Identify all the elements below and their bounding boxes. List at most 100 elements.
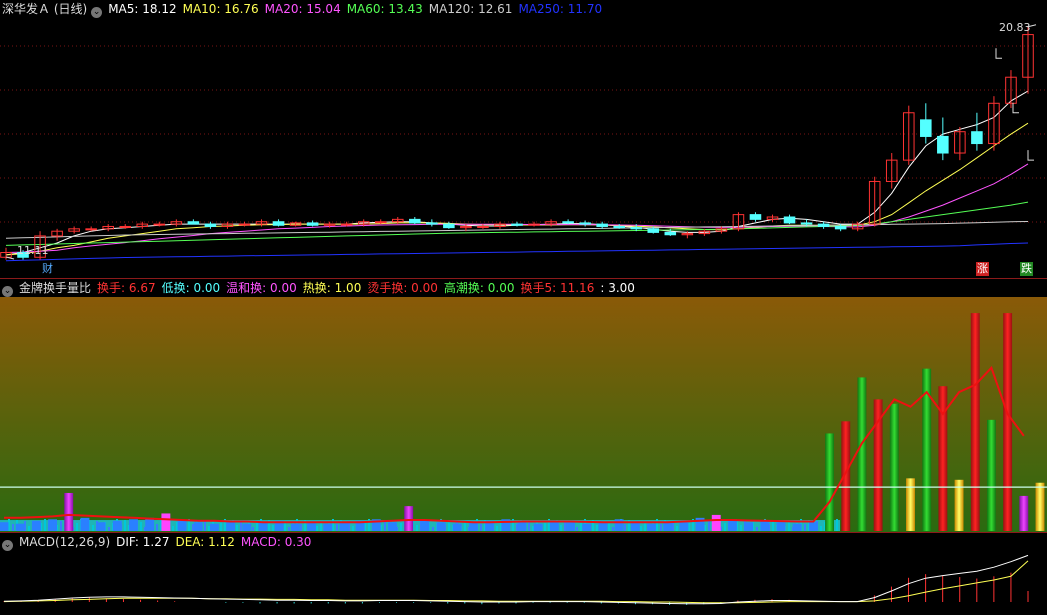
- macd-value-1: DIF: 1.27: [116, 535, 170, 549]
- candle: [596, 223, 608, 227]
- turnover-bar: [582, 523, 592, 531]
- turnover-bar: [744, 522, 754, 531]
- minor-bar: [140, 522, 142, 531]
- turnover-bar: [647, 523, 656, 531]
- ma-value-5: MA250: 11.70: [518, 2, 603, 16]
- candle: [306, 222, 319, 226]
- turnover-bar: [533, 523, 543, 531]
- candle: [426, 222, 438, 225]
- turnover-values: 换手: 6.67 低换: 0.00 温和换: 0.00 热换: 1.00 烫手换: 0.…: [97, 281, 641, 295]
- finance-marker[interactable]: 财: [41, 262, 54, 276]
- turnover-bar: [549, 522, 559, 531]
- turnover-bar: [129, 519, 138, 531]
- minor-bar: [352, 526, 354, 531]
- minor-bar: [336, 524, 338, 531]
- minor-bar: [804, 524, 806, 531]
- minor-bar: [640, 526, 642, 531]
- candle: [187, 221, 200, 225]
- minor-bar: [92, 525, 94, 531]
- candle: [443, 223, 455, 229]
- indicator-title: 金牌换手量比: [19, 281, 92, 295]
- minor-bar: [300, 524, 302, 531]
- minor-bar: [532, 526, 534, 531]
- fall-marker[interactable]: 跌: [1020, 262, 1033, 276]
- turnover-bar: [776, 522, 786, 531]
- minor-bar: [252, 527, 254, 531]
- macd-value-2: DEA: 1.12: [175, 535, 235, 549]
- turnover-chart[interactable]: [0, 279, 1047, 532]
- minor-bar: [820, 526, 822, 531]
- chevron-down-icon[interactable]: ⌄: [2, 540, 13, 551]
- candle: [119, 225, 132, 228]
- turnover-bar: [517, 522, 527, 531]
- turnover-value-3: 热换: 1.00: [302, 281, 362, 295]
- turnover-bar: [452, 523, 462, 531]
- candle: [562, 221, 574, 224]
- minor-bar: [400, 523, 402, 531]
- minor-bar: [644, 522, 646, 531]
- minor-bar: [44, 519, 46, 531]
- turnover-bar: [0, 522, 9, 531]
- turnover-bar: [145, 517, 155, 531]
- minor-bar: [756, 527, 758, 531]
- rise-marker[interactable]: 涨: [976, 262, 989, 276]
- tick-marker: [995, 48, 1002, 59]
- turnover-bar: [15, 523, 25, 531]
- candlestick-chart[interactable]: [0, 0, 1047, 278]
- macd-panel[interactable]: ⌄ MACD(12,26,9) DIF: 1.27 DEA: 1.12 MACD: 0.…: [0, 533, 1047, 615]
- minor-bar: [272, 525, 274, 531]
- turnover-bar: [404, 506, 414, 531]
- candle: [579, 222, 591, 225]
- minor-bar: [596, 525, 598, 531]
- turnover-bar: [209, 523, 219, 531]
- minor-bar: [416, 525, 418, 531]
- turnover-bar: [792, 523, 802, 531]
- minor-bar: [332, 519, 334, 531]
- turnover-bar: [889, 403, 899, 531]
- ma-value-0: MA5: 18.12: [108, 2, 177, 16]
- turnover-value-6: 换手5: 11.16: [520, 281, 595, 295]
- turnover-bar: [711, 514, 721, 531]
- turnover-value-1: 低换: 0.00: [161, 281, 221, 295]
- price-chart-panel[interactable]: 深华发Ａ (日线) ⌄ MA5: 18.12 MA10: 16.76 MA20: 15.…: [0, 0, 1047, 279]
- turnover-bar: [177, 520, 187, 531]
- turnover-bar: [388, 522, 397, 531]
- minor-bar: [172, 526, 174, 531]
- minor-bar: [480, 524, 482, 531]
- turnover-bar: [436, 522, 446, 531]
- candle: [920, 119, 932, 137]
- turnover-bar: [614, 519, 624, 531]
- turnover-bar: [290, 523, 300, 531]
- candle: [272, 221, 285, 226]
- turnover-bar: [112, 520, 122, 531]
- macd-value-0: MACD(12,26,9): [19, 535, 111, 549]
- turnover-bar: [64, 492, 74, 531]
- minor-bar: [624, 524, 626, 531]
- macd-value-3: MACD: 0.30: [240, 535, 312, 549]
- minor-bar: [76, 523, 78, 531]
- turnover-value-0: 换手: 6.67: [97, 281, 156, 295]
- minor-bar: [124, 520, 126, 531]
- turnover-bar: [258, 522, 268, 531]
- minor-bar: [60, 521, 62, 531]
- turnover-indicator-panel[interactable]: ⌄ 金牌换手量比 换手: 6.67 低换: 0.00 温和换: 0.00 热换: 1.00…: [0, 279, 1047, 533]
- turnover-bar: [986, 419, 996, 531]
- ma-value-3: MA60: 13.43: [346, 2, 423, 16]
- minor-bar: [464, 522, 466, 531]
- candle: [783, 216, 796, 224]
- turnover-bar: [873, 399, 883, 531]
- minor-bar: [560, 525, 562, 531]
- minor-bar: [284, 522, 286, 531]
- ma-value-1: MA10: 16.76: [182, 2, 259, 16]
- minor-bar: [836, 519, 838, 531]
- chevron-down-icon[interactable]: ⌄: [91, 7, 103, 18]
- minor-bar: [496, 526, 498, 531]
- turnover-bar: [226, 522, 236, 531]
- minor-bar: [740, 525, 742, 531]
- ma-line-ma250: [5, 242, 1029, 262]
- chevron-down-icon[interactable]: ⌄: [2, 286, 13, 297]
- minor-bar: [724, 523, 726, 531]
- minor-bar: [208, 526, 210, 531]
- turnover-bar: [96, 522, 106, 531]
- minor-bar: [12, 524, 14, 531]
